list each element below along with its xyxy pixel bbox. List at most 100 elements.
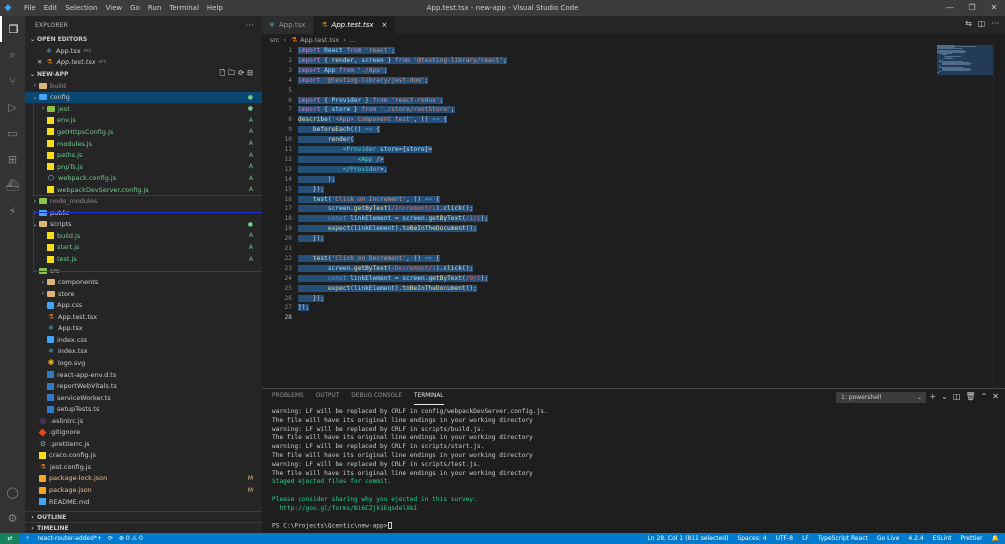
code-line[interactable]: const linkElement = screen.getByText(/0/…: [298, 274, 489, 282]
code-line[interactable]: screen.getByText(/Decrement/i).click();: [298, 264, 474, 272]
status-item-3[interactable]: LF: [802, 535, 809, 542]
tab-app-test-tsx[interactable]: ⚗ App.test.tsx ×: [314, 16, 397, 34]
menu-item-go[interactable]: Go: [126, 4, 144, 12]
file-item[interactable]: env.js A: [25, 115, 262, 127]
menu-item-run[interactable]: Run: [144, 4, 165, 12]
split-editor-icon[interactable]: ◫: [978, 19, 986, 28]
new-terminal-icon[interactable]: +: [929, 392, 936, 401]
code-line[interactable]: import React from 'react';: [298, 47, 395, 54]
file-item[interactable]: package.json M: [25, 484, 262, 496]
search-icon[interactable]: ⌕: [0, 42, 25, 68]
folder-item[interactable]: › components: [25, 276, 262, 288]
menu-item-selection[interactable]: Selection: [61, 4, 101, 12]
tab-output[interactable]: OUTPUT: [316, 393, 340, 405]
explorer-toolbar-icons[interactable]: 🗋🗀⟳⊟: [220, 69, 256, 80]
code-line[interactable]: const linkElement = screen.getByText(/1/…: [298, 215, 489, 223]
live-share-icon[interactable]: ⚡: [0, 198, 25, 224]
code-line[interactable]: import { store } from './store/rootStore…: [298, 106, 455, 114]
file-item[interactable]: ◎ .eslintrc.js: [25, 415, 262, 427]
status-item-5[interactable]: Go Live: [877, 535, 899, 542]
chevron-down-icon[interactable]: ⌄: [941, 392, 948, 401]
close-window-icon[interactable]: ✕: [983, 0, 1005, 16]
split-terminal-icon[interactable]: ◫: [953, 392, 961, 401]
more-actions-icon[interactable]: ···: [991, 19, 999, 28]
minimize-icon[interactable]: —: [939, 0, 961, 16]
file-item[interactable]: index.css: [25, 334, 262, 346]
folder-item[interactable]: › public: [25, 207, 262, 219]
folder-item[interactable]: ⌄ src: [25, 265, 262, 277]
code-line[interactable]: import { render, screen } from '@testing…: [298, 56, 507, 64]
code-line[interactable]: });: [298, 294, 325, 302]
run-debug-icon[interactable]: ▷: [0, 94, 25, 120]
file-item[interactable]: getHttpsConfig.js A: [25, 126, 262, 138]
menu-item-terminal[interactable]: Terminal: [165, 4, 203, 12]
maximize-panel-icon[interactable]: ⌃: [981, 392, 988, 401]
folder-item[interactable]: ⌄ scripts ●: [25, 219, 262, 231]
code-line[interactable]: </Provider>,: [298, 165, 388, 173]
code-line[interactable]: describe('<App> Component test', () => {: [298, 116, 448, 124]
file-item[interactable]: package-lock.json M: [25, 473, 262, 485]
project-section[interactable]: ⌄ NEW-APP 🗋🗀⟳⊟: [25, 69, 262, 80]
code-line[interactable]: render(: [298, 136, 354, 144]
code-line[interactable]: expect(linkElement).toBeInTheDocument();: [298, 225, 477, 233]
folder-item[interactable]: › build: [25, 80, 262, 92]
file-item[interactable]: setupTests.ts: [25, 403, 262, 415]
file-item[interactable]: README.md: [25, 496, 262, 508]
code-line[interactable]: test('Click on Increment', () => {: [298, 195, 440, 203]
file-item[interactable]: ⚗ App.test.tsx: [25, 311, 262, 323]
source-control-icon[interactable]: ⑂: [0, 68, 25, 94]
file-item[interactable]: .gitignore: [25, 427, 262, 439]
code-line[interactable]: <Provider store={store}>: [298, 146, 433, 153]
status-item-4[interactable]: TypeScript React: [818, 535, 868, 542]
code-line[interactable]: );: [298, 175, 336, 183]
file-item[interactable]: reportWebVitals.ts: [25, 380, 262, 392]
file-item[interactable]: webpackDevServer.config.js A: [25, 184, 262, 196]
code-line[interactable]: import App from './App';: [298, 66, 388, 74]
file-item[interactable]: App.css: [25, 299, 262, 311]
close-tab-icon[interactable]: ×: [382, 21, 388, 29]
file-item[interactable]: modules.js A: [25, 138, 262, 150]
editor-scrollbar[interactable]: [993, 45, 1005, 388]
file-item[interactable]: serviceWorker.ts: [25, 392, 262, 404]
file-item[interactable]: ⬡ webpack.config.js A: [25, 172, 262, 184]
tab-app-tsx[interactable]: ⚛ App.tsx: [262, 16, 315, 34]
explorer-icon[interactable]: ❐: [0, 16, 25, 42]
status-item-8[interactable]: Prettier: [960, 535, 982, 542]
file-item[interactable]: ⚛ App.tsx: [25, 323, 262, 335]
code-line[interactable]: test('Click on Decrement', () => {: [298, 254, 440, 262]
status-item-0[interactable]: Ln 28, Col 1 (811 selected): [647, 535, 728, 542]
more-actions-icon[interactable]: ···: [246, 21, 254, 30]
code-line[interactable]: expect(linkElement).toBeInTheDocument();: [298, 284, 477, 292]
file-item[interactable]: ⚙ .prettierrc.js: [25, 438, 262, 450]
outline-section[interactable]: › OUTLINE: [25, 511, 262, 522]
code-line[interactable]: });: [298, 185, 325, 193]
file-item[interactable]: react-app-env.d.ts: [25, 369, 262, 381]
branch-status[interactable]: ⑂ react-router-added*+: [26, 535, 102, 542]
status-item-2[interactable]: UTF-8: [776, 535, 794, 542]
notifications-bell-icon[interactable]: 🔔: [992, 535, 999, 542]
remote-icon[interactable]: ⇄: [0, 533, 20, 544]
accounts-icon[interactable]: ◯: [0, 479, 25, 505]
manage-gear-icon[interactable]: ⚙: [0, 505, 25, 531]
file-item[interactable]: build.js A: [25, 230, 262, 242]
open-editor-item[interactable]: ⚛ App.tsx src: [25, 45, 262, 57]
menu-item-help[interactable]: Help: [203, 4, 227, 12]
menu-item-file[interactable]: File: [20, 4, 40, 12]
terminal-output[interactable]: warning: LF will be replaced by CRLF in …: [272, 408, 548, 531]
minimap[interactable]: [937, 45, 993, 75]
file-item[interactable]: paths.js A: [25, 149, 262, 161]
file-item[interactable]: pnpTs.js A: [25, 161, 262, 173]
code-line[interactable]: import { Provider } from 'react-redux';: [298, 96, 444, 104]
open-editors-section[interactable]: ⌄ OPEN EDITORS: [25, 34, 262, 45]
code-line[interactable]: <App />: [298, 155, 384, 163]
restore-icon[interactable]: ❐: [961, 0, 983, 16]
folder-item[interactable]: › node_modules: [25, 196, 262, 208]
code-line[interactable]: });: [298, 235, 325, 243]
file-item[interactable]: start.js A: [25, 242, 262, 254]
code-line[interactable]: import '@testing-library/jest-dom';: [298, 76, 429, 84]
breadcrumb-file[interactable]: App.test.tsx: [300, 36, 339, 44]
close-panel-icon[interactable]: ✕: [992, 392, 999, 401]
folder-item[interactable]: › jest ●: [25, 103, 262, 115]
trash-icon[interactable]: 🗑: [965, 392, 975, 401]
code-editor[interactable]: 1 import React from 'react'; 2 import { ren…: [262, 45, 1005, 388]
